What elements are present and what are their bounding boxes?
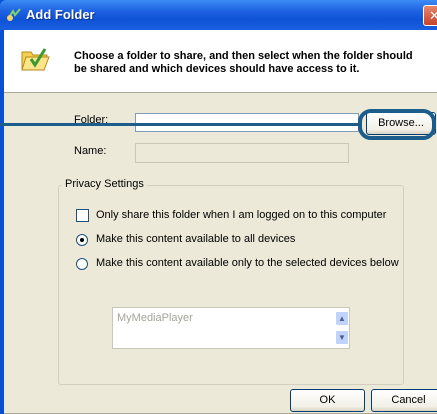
scroll-down-icon: ▼ (335, 330, 349, 345)
privacy-settings-title: Privacy Settings (62, 178, 147, 190)
all-devices-label: Make this content available to all devic… (96, 233, 296, 245)
header-instruction: Choose a folder to share, and then selec… (74, 50, 413, 75)
header-panel: Choose a folder to share, and then selec… (4, 30, 437, 93)
add-folder-dialog: Add Folder ✕ Choose a folder to share, a… (0, 0, 437, 414)
radio-selected-dot (80, 238, 84, 242)
logged-on-only-checkbox[interactable] (76, 209, 89, 222)
window-title: Add Folder (26, 7, 95, 22)
selected-devices-radio[interactable] (76, 258, 88, 270)
callout-pointer (0, 123, 362, 126)
title-bar[interactable]: Add Folder ✕ (0, 0, 437, 30)
dialog-body: Choose a folder to share, and then selec… (4, 30, 437, 414)
device-item: MyMediaPlayer (117, 312, 193, 324)
cancel-button[interactable]: Cancel (371, 389, 437, 412)
browse-callout-highlight (358, 109, 436, 140)
all-devices-radio[interactable] (76, 234, 88, 246)
ok-button[interactable]: OK (290, 389, 365, 412)
logged-on-only-label: Only share this folder when I am logged … (96, 209, 387, 221)
name-field (135, 143, 349, 163)
devices-listbox: MyMediaPlayer ▲ ▼ (112, 307, 350, 349)
name-label: Name: (74, 145, 107, 157)
app-icon (7, 8, 21, 21)
scroll-up-icon: ▲ (335, 311, 349, 326)
selected-devices-label: Make this content available only to the … (96, 257, 399, 269)
folder-check-icon (21, 48, 50, 71)
close-icon: ✕ (429, 8, 437, 23)
close-button[interactable]: ✕ (423, 5, 437, 26)
